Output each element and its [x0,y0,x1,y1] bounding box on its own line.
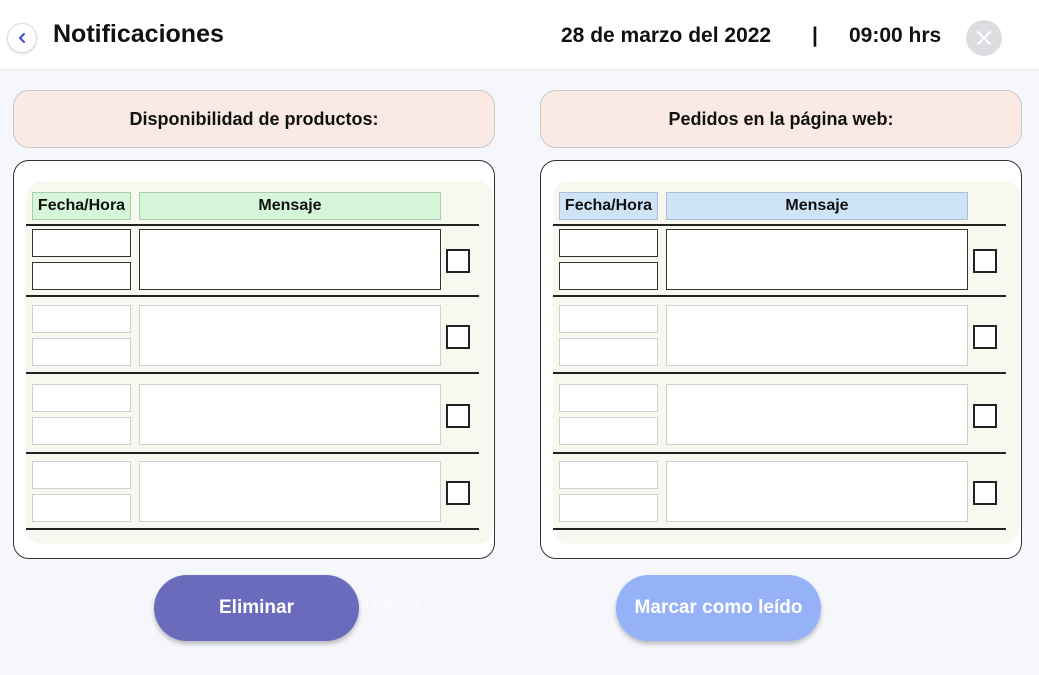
message-cell [139,229,441,290]
date-cell [559,305,658,333]
table-row [26,384,479,452]
time-cell [32,417,131,445]
current-time: 09:00 hrs [849,24,942,47]
product-availability-title: Disponibilidad de productos: [13,90,495,148]
mark-as-read-button[interactable]: Marcar como leído [616,575,821,641]
row-divider [553,224,1006,226]
row-checkbox[interactable] [446,404,470,428]
message-cell [139,461,441,522]
time-cell [32,262,131,290]
date-cell [32,384,131,412]
date-cell [559,461,658,489]
time-cell [559,338,658,366]
table-row [553,384,1006,452]
time-cell [559,417,658,445]
delete-button[interactable]: Eliminar [154,575,359,641]
message-cell [139,305,441,366]
table-row [26,461,479,529]
table-row [553,461,1006,529]
current-date: 28 de marzo del 2022 [561,24,772,47]
row-checkbox[interactable] [973,325,997,349]
top-bar: Notificaciones 28 de marzo del 2022 | 09… [0,0,1039,70]
chevron-left-icon [19,33,25,43]
table-row [26,229,479,297]
message-cell [666,305,968,366]
close-icon [977,31,991,45]
time-cell [559,494,658,522]
message-cell [666,384,968,445]
row-checkbox[interactable] [973,249,997,273]
row-divider [553,372,1006,374]
row-checkbox[interactable] [446,249,470,273]
column-header-date: Fecha/Hora [32,192,131,220]
back-button[interactable] [7,23,37,53]
row-checkbox[interactable] [973,404,997,428]
table-row [553,305,1006,373]
row-divider [26,224,479,226]
date-cell [32,305,131,333]
row-divider [26,295,479,297]
row-checkbox[interactable] [973,481,997,505]
row-checkbox[interactable] [446,325,470,349]
row-divider [553,295,1006,297]
faded-label: e producto [362,596,419,610]
notifications-table: Fecha/Hora Mensaje [553,181,1020,544]
page-title: Notificaciones [53,20,224,48]
date-cell [32,461,131,489]
message-cell [666,461,968,522]
table-row [553,229,1006,297]
row-divider [553,528,1006,530]
product-availability-panel: Fecha/Hora Mensaje [13,160,495,559]
notifications-table: Fecha/Hora Mensaje [26,181,493,544]
message-cell [139,384,441,445]
date-cell [559,384,658,412]
date-cell [32,229,131,257]
column-header-message: Mensaje [139,192,441,220]
row-divider [26,528,479,530]
date-cell [559,229,658,257]
close-button[interactable] [966,20,1002,56]
row-checkbox[interactable] [446,481,470,505]
time-cell [32,338,131,366]
column-header-message: Mensaje [666,192,968,220]
table-row [26,305,479,373]
time-cell [559,262,658,290]
date-time-separator: | [812,24,818,47]
web-orders-panel: Fecha/Hora Mensaje [540,160,1022,559]
row-divider [26,372,479,374]
message-cell [666,229,968,290]
row-divider [26,452,479,454]
time-cell [32,494,131,522]
column-header-date: Fecha/Hora [559,192,658,220]
row-divider [553,452,1006,454]
web-orders-title: Pedidos en la página web: [540,90,1022,148]
